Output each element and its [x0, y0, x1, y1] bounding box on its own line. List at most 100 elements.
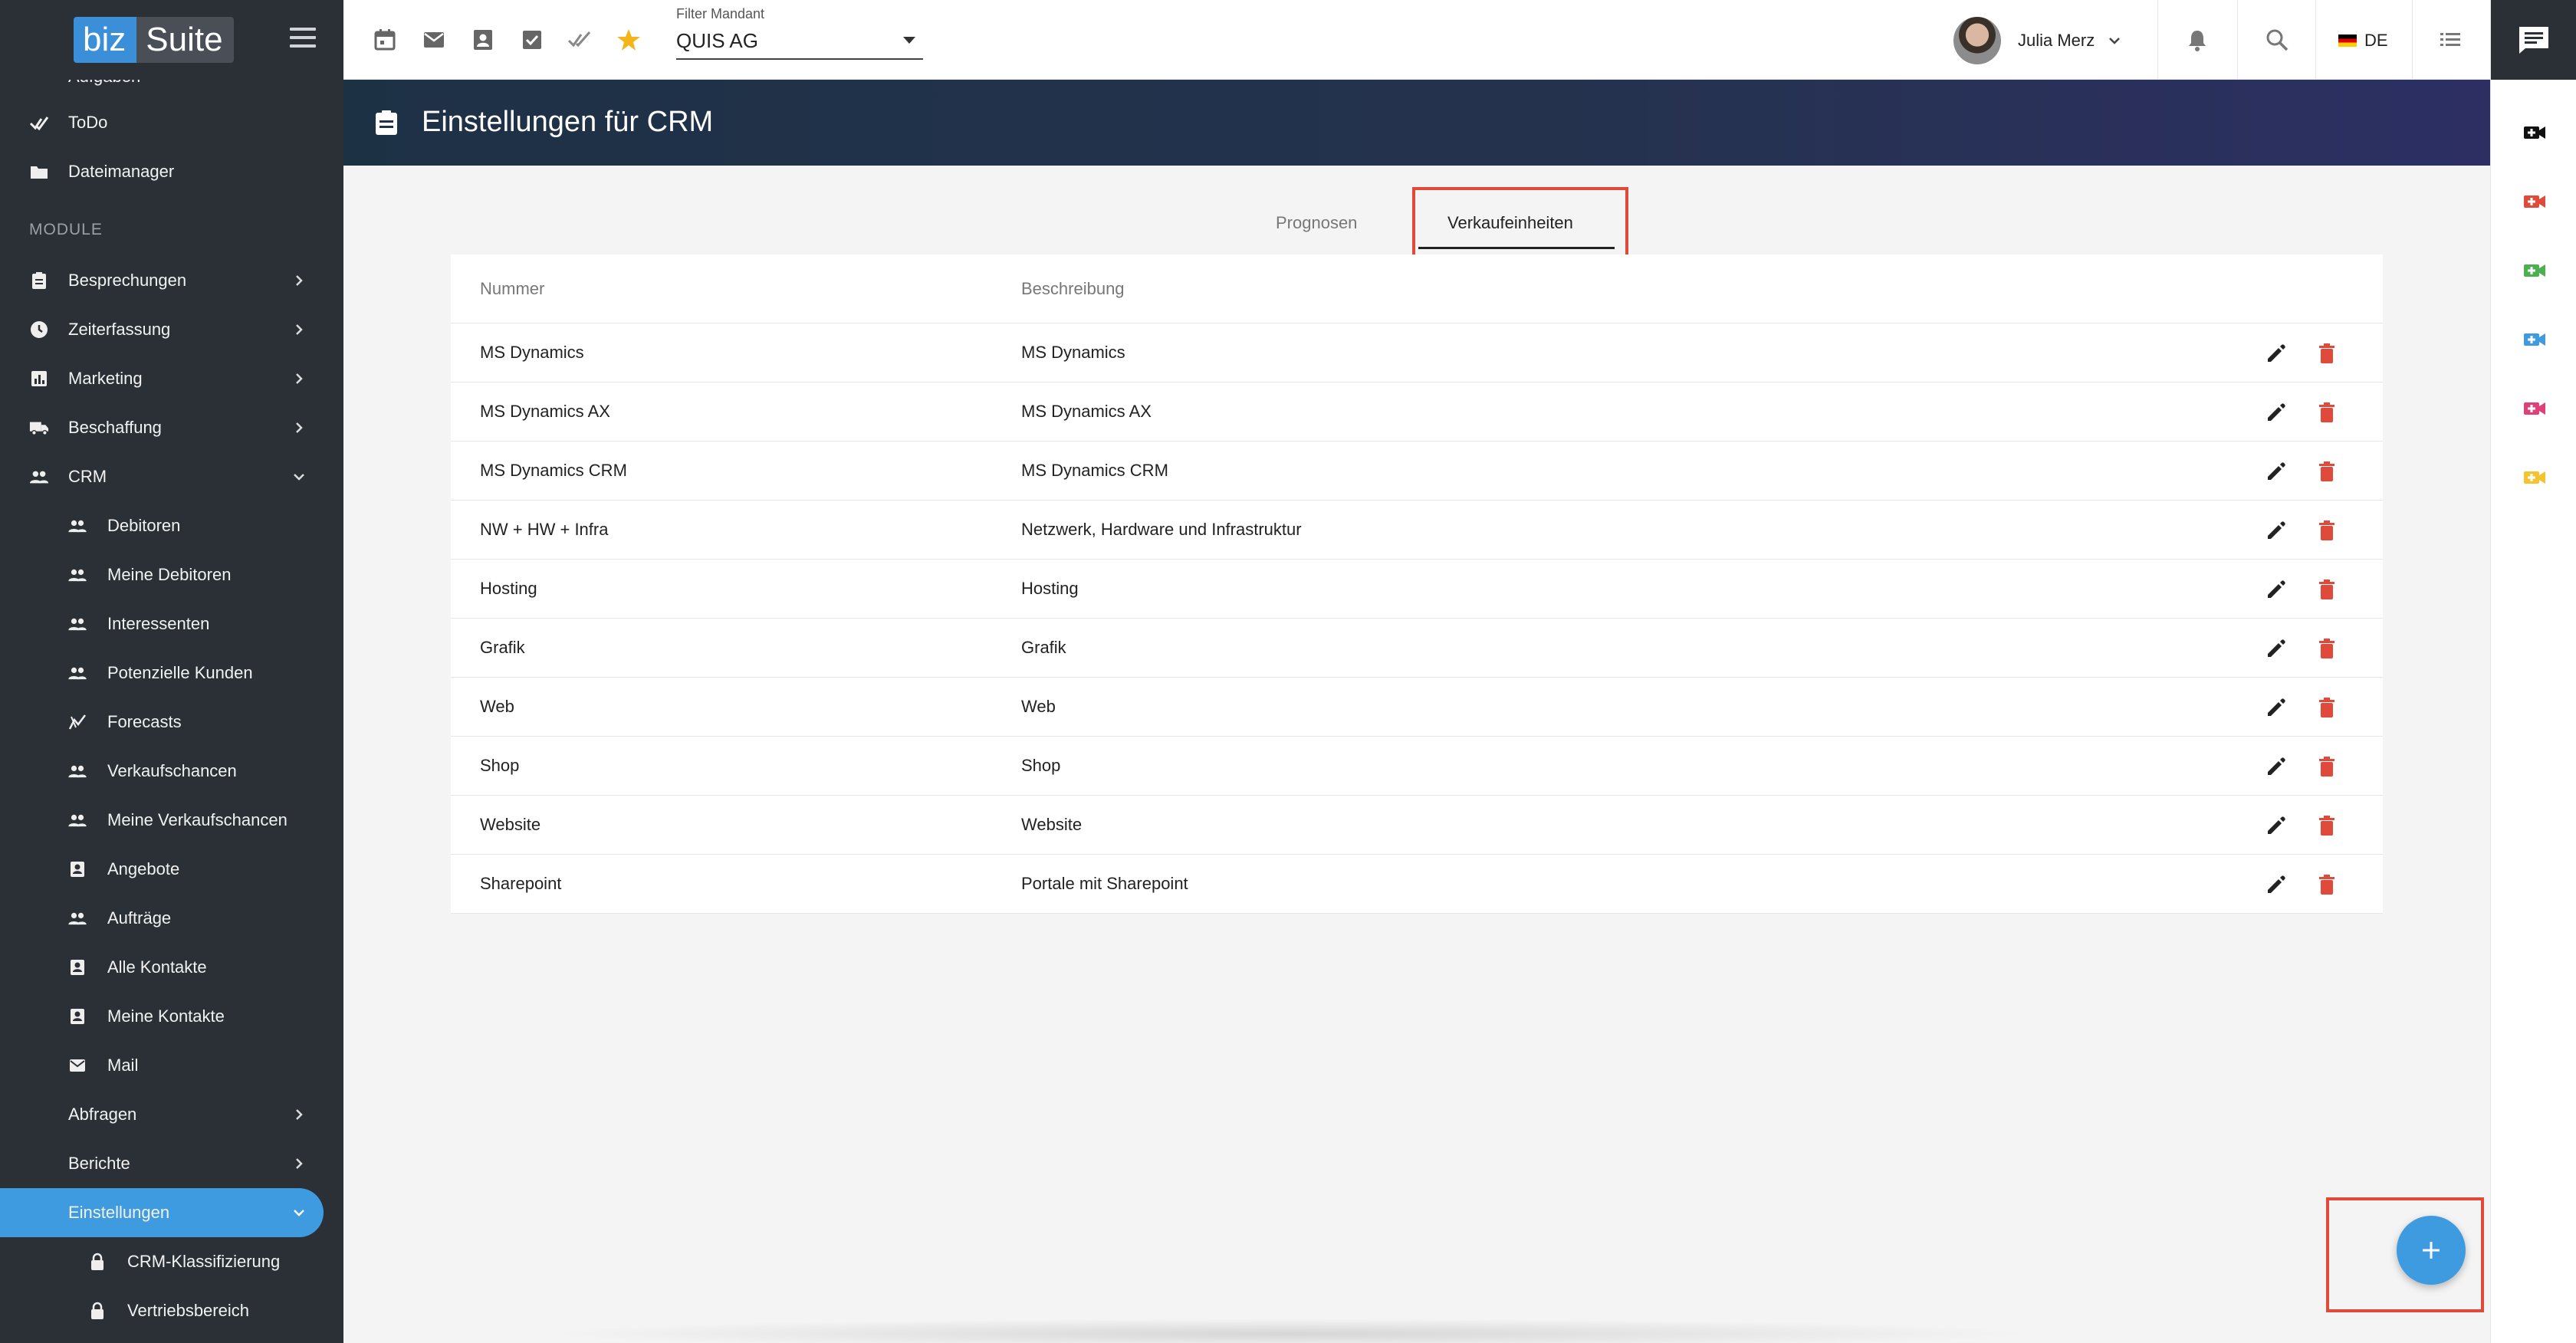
table-row: MS Dynamics MS Dynamics	[451, 323, 2383, 383]
filter-mandant-select[interactable]: QUIS AG	[676, 28, 923, 60]
edit-icon[interactable]	[2265, 519, 2288, 542]
user-menu[interactable]: Julia Merz	[1953, 17, 2121, 64]
menu-toggle-icon[interactable]	[290, 28, 316, 49]
sidebar-item-marketing[interactable]: Marketing	[0, 354, 343, 403]
sidebar-item-meine-verkaufschancen[interactable]: Meine Verkaufschancen	[0, 796, 343, 845]
video-add-icon[interactable]	[2523, 469, 2546, 486]
column-header-beschreibung[interactable]: Beschreibung	[1021, 254, 1125, 323]
app-logo[interactable]: biz Suite	[74, 17, 234, 63]
list-view-icon[interactable]	[2438, 28, 2463, 52]
delete-icon[interactable]	[2315, 696, 2338, 719]
chat-button[interactable]	[2491, 0, 2576, 80]
sidebar-item-label: Interessenten	[107, 614, 210, 633]
edit-icon[interactable]	[2265, 814, 2288, 837]
sidebar-item-label: Debitoren	[107, 516, 181, 535]
mail-icon[interactable]	[422, 28, 446, 52]
calendar-icon[interactable]	[373, 28, 397, 52]
delete-icon[interactable]	[2315, 873, 2338, 896]
language-switcher[interactable]: DE	[2338, 31, 2388, 51]
sidebar-item-meine-kontakte[interactable]: Meine Kontakte	[0, 992, 343, 1041]
sidebar-item-alle-kontakte[interactable]: Alle Kontakte	[0, 943, 343, 992]
video-add-icon[interactable]	[2523, 262, 2546, 279]
sidebar-item-meine-debitoren[interactable]: Meine Debitoren	[0, 550, 343, 599]
cell-beschreibung: Shop	[1021, 756, 1061, 775]
chevron-right-icon	[296, 422, 303, 433]
sidebar-item-debitoren[interactable]: Debitoren	[0, 501, 343, 550]
sidebar-item-label: CRM	[68, 467, 107, 486]
cell-nummer: Website	[480, 815, 541, 834]
cell-nummer: Grafik	[480, 638, 525, 657]
chevron-right-icon	[296, 373, 303, 384]
table-row: Hosting Hosting	[451, 560, 2383, 619]
cell-beschreibung: MS Dynamics CRM	[1021, 461, 1168, 480]
sidebar-item-label: Mail	[107, 1056, 139, 1075]
people-icon	[67, 516, 87, 536]
delete-icon[interactable]	[2315, 814, 2338, 837]
cell-nummer: NW + HW + Infra	[480, 520, 609, 539]
delete-icon[interactable]	[2315, 578, 2338, 601]
delete-icon[interactable]	[2315, 460, 2338, 483]
user-name: Julia Merz	[2018, 31, 2095, 50]
sidebar-item-interessenten[interactable]: Interessenten	[0, 599, 343, 649]
sidebar-item-zeiterfassung[interactable]: Zeiterfassung	[0, 305, 343, 354]
delete-icon[interactable]	[2315, 401, 2338, 424]
sidebar-item-dateimanager[interactable]: Dateimanager	[0, 147, 343, 196]
star-icon[interactable]	[616, 28, 641, 52]
sidebar-item-vertriebsbereich[interactable]: Vertriebsbereich	[0, 1286, 343, 1335]
video-add-icon[interactable]	[2523, 331, 2546, 348]
tab-prognosen[interactable]: Prognosen	[1276, 213, 1357, 233]
video-add-icon[interactable]	[2523, 124, 2546, 141]
logo-suite: Suite	[136, 17, 234, 63]
edit-icon[interactable]	[2265, 460, 2288, 483]
delete-icon[interactable]	[2315, 342, 2338, 365]
contact-card-icon[interactable]	[471, 28, 495, 52]
sidebar-item-label: CRM-Klassifizierung	[127, 1252, 281, 1271]
edit-icon[interactable]	[2265, 873, 2288, 896]
table-row: MS Dynamics AX MS Dynamics AX	[451, 383, 2383, 442]
sidebar-item-label: Zeiterfassung	[68, 320, 171, 339]
video-add-icon[interactable]	[2523, 193, 2546, 210]
sidebar-item-potenzielle-kunden[interactable]: Potenzielle Kunden	[0, 649, 343, 698]
delete-icon[interactable]	[2315, 519, 2338, 542]
filter-mandant-value: QUIS AG	[676, 29, 758, 52]
sidebar-item-crm[interactable]: CRM	[0, 452, 343, 501]
sidebar-item-verkaufschancen[interactable]: Verkaufschancen	[0, 747, 343, 796]
sidebar-item-todo[interactable]: ToDo	[0, 98, 343, 147]
sidebar-item-mail[interactable]: Mail	[0, 1041, 343, 1090]
chat-icon	[2519, 27, 2548, 54]
sidebar-item-auftraege[interactable]: Aufträge	[0, 894, 343, 943]
shadow	[537, 1318, 2039, 1343]
table-row: NW + HW + Infra Netzwerk, Hardware und In…	[451, 501, 2383, 560]
sidebar-item-beschaffung[interactable]: Beschaffung	[0, 403, 343, 452]
sidebar-item-einstellungen[interactable]: Einstellungen	[0, 1188, 324, 1237]
search-icon[interactable]	[2265, 28, 2289, 52]
sidebar-item-label: Einstellungen	[68, 1203, 170, 1222]
edit-icon[interactable]	[2265, 755, 2288, 778]
edit-icon[interactable]	[2265, 696, 2288, 719]
chevron-down-icon	[2109, 38, 2121, 44]
sidebar-item-berichte[interactable]: Berichte	[0, 1139, 343, 1188]
edit-icon[interactable]	[2265, 401, 2288, 424]
add-button[interactable]	[2397, 1216, 2466, 1285]
sidebar-item-besprechungen[interactable]: Besprechungen	[0, 256, 343, 305]
cell-beschreibung: Portale mit Sharepoint	[1021, 874, 1188, 893]
table-row: Website Website	[451, 796, 2383, 855]
delete-icon[interactable]	[2315, 755, 2338, 778]
video-add-icon[interactable]	[2523, 400, 2546, 417]
edit-icon[interactable]	[2265, 342, 2288, 365]
sidebar-item-forecasts[interactable]: Forecasts	[0, 698, 343, 747]
sidebar-item-abfragen[interactable]: Abfragen	[0, 1090, 343, 1139]
checkbox-icon[interactable]	[520, 28, 544, 52]
edit-icon[interactable]	[2265, 578, 2288, 601]
edit-icon[interactable]	[2265, 637, 2288, 660]
double-check-icon[interactable]	[567, 28, 592, 52]
sidebar-section-module: MODULE	[29, 221, 103, 238]
delete-icon[interactable]	[2315, 637, 2338, 660]
chevron-right-icon	[296, 1109, 303, 1120]
column-header-nummer[interactable]: Nummer	[480, 254, 544, 323]
sidebar-item-angebote[interactable]: Angebote	[0, 845, 343, 894]
sidebar-item-crm-klassifizierung[interactable]: CRM-Klassifizierung	[0, 1237, 343, 1286]
sidebar: Aufgaben ToDo Dateimanager MODULE Bespre…	[0, 0, 343, 1343]
people-icon	[67, 663, 87, 683]
bell-icon[interactable]	[2185, 28, 2210, 52]
